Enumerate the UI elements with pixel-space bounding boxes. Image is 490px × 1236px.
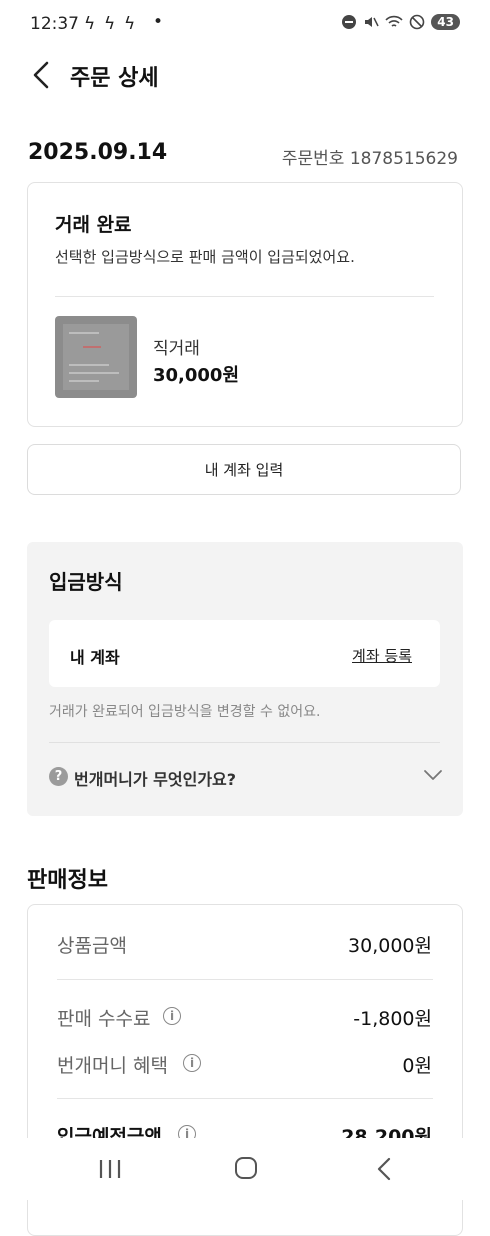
enter-account-button[interactable]: 내 계좌 입력	[27, 444, 461, 495]
sales-fee-value: -1,800원	[353, 1008, 432, 1030]
thumbnail-line	[83, 346, 101, 348]
bungae-money-benefit-value: 0원	[402, 1055, 432, 1077]
divider	[55, 296, 434, 297]
mute-icon	[365, 17, 379, 27]
flash-icon: ϟ	[84, 14, 96, 34]
back-button[interactable]	[28, 60, 58, 90]
battery-indicator: 43	[431, 14, 460, 30]
thumbnail-line	[69, 372, 119, 374]
bungae-money-faq-toggle[interactable]: 번개머니가 무엇인가요?	[74, 766, 236, 790]
product-thumbnail[interactable]	[55, 316, 137, 398]
page-title: 주문 상세	[70, 66, 159, 91]
thumbnail-line	[69, 364, 109, 366]
wifi-icon	[385, 15, 403, 27]
my-account-label: 내 계좌	[70, 648, 120, 667]
order-date: 2025.09.14	[28, 140, 168, 165]
transaction-status-title: 거래 완료	[55, 214, 132, 236]
recent-apps-button[interactable]	[98, 1158, 122, 1180]
deposit-method-title: 입금방식	[49, 570, 123, 594]
register-account-link[interactable]: 계좌 등록	[352, 645, 412, 666]
thumbnail-line	[69, 380, 99, 382]
transaction-status-description: 선택한 입금방식으로 판매 금액이 입금되었어요.	[55, 248, 355, 266]
minus-circle-icon	[342, 15, 357, 29]
thumbnail-paper	[63, 324, 129, 390]
chevron-left-icon	[33, 61, 49, 89]
home-button[interactable]	[235, 1157, 257, 1179]
chevron-down-icon[interactable]	[423, 767, 443, 781]
flash-icon: ϟ	[124, 14, 136, 34]
status-icons: 43	[341, 14, 460, 30]
question-icon: ?	[49, 767, 68, 786]
product-price: 30,000원	[153, 365, 240, 386]
recent-apps-icon	[99, 1160, 121, 1178]
bungae-money-benefit-label: 번개머니 혜택	[57, 1055, 168, 1077]
chevron-left-icon	[377, 1157, 391, 1181]
divider	[57, 979, 433, 980]
sales-info-title: 판매정보	[27, 868, 108, 893]
product-amount-label: 상품금액	[57, 935, 127, 957]
divider	[57, 1098, 433, 1099]
info-icon[interactable]: i	[183, 1054, 201, 1072]
thumbnail-line	[69, 332, 99, 334]
status-time: 12:37	[30, 14, 79, 34]
no-sign-icon	[409, 14, 425, 30]
sales-fee-label: 판매 수수료	[57, 1008, 151, 1030]
info-icon[interactable]: i	[163, 1007, 181, 1025]
deposit-method-note: 거래가 완료되어 입금방식을 변경할 수 없어요.	[49, 704, 321, 720]
notification-dot: •	[153, 12, 164, 32]
divider	[49, 742, 440, 743]
product-trade-type: 직거래	[153, 339, 200, 359]
flash-icon: ϟ	[104, 14, 116, 34]
order-number: 주문번호 1878515629	[281, 149, 458, 169]
product-amount-value: 30,000원	[348, 935, 432, 957]
system-back-button[interactable]	[374, 1157, 394, 1181]
